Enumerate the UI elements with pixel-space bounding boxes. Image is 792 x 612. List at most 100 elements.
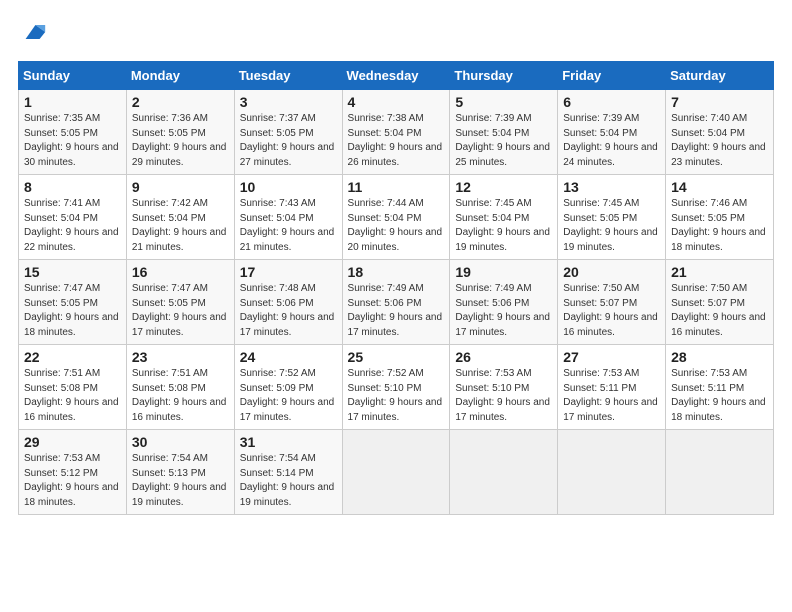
day-number: 19 [455,264,552,280]
day-detail: Sunrise: 7:35 AMSunset: 5:05 PMDaylight:… [24,113,119,168]
day-cell: 26 Sunrise: 7:53 AMSunset: 5:10 PMDayligh… [450,345,558,430]
day-cell: 29 Sunrise: 7:53 AMSunset: 5:12 PMDayligh… [19,430,127,515]
day-number: 15 [24,264,121,280]
day-cell: 7 Sunrise: 7:40 AMSunset: 5:04 PMDaylight… [666,90,774,175]
day-cell: 24 Sunrise: 7:52 AMSunset: 5:09 PMDayligh… [234,345,342,430]
day-cell: 1 Sunrise: 7:35 AMSunset: 5:05 PMDaylight… [19,90,127,175]
day-detail: Sunrise: 7:51 AMSunset: 5:08 PMDaylight:… [24,368,119,423]
day-detail: Sunrise: 7:52 AMSunset: 5:09 PMDaylight:… [240,368,335,423]
day-cell: 11 Sunrise: 7:44 AMSunset: 5:04 PMDayligh… [342,175,450,260]
header [18,18,774,51]
week-row-5: 29 Sunrise: 7:53 AMSunset: 5:12 PMDayligh… [19,430,774,515]
day-detail: Sunrise: 7:51 AMSunset: 5:08 PMDaylight:… [132,368,227,423]
day-cell: 18 Sunrise: 7:49 AMSunset: 5:06 PMDayligh… [342,260,450,345]
day-cell: 4 Sunrise: 7:38 AMSunset: 5:04 PMDaylight… [342,90,450,175]
weekday-header-sunday: Sunday [19,62,127,90]
day-cell: 10Sunrise: 7:43 AMSunset: 5:04 PMDayligh… [234,175,342,260]
day-detail: Sunrise: 7:36 AMSunset: 5:05 PMDaylight:… [132,113,227,168]
day-number: 26 [455,349,552,365]
day-detail: Sunrise: 7:54 AMSunset: 5:13 PMDaylight:… [132,453,227,508]
day-cell: 19 Sunrise: 7:49 AMSunset: 5:06 PMDayligh… [450,260,558,345]
day-detail: Sunrise: 7:40 AMSunset: 5:04 PMDaylight:… [671,113,766,168]
day-detail: Sunrise: 7:44 AMSunset: 5:04 PMDaylight:… [348,198,443,253]
day-number: 29 [24,434,121,450]
day-cell [342,430,450,515]
day-cell: 27Sunrise: 7:53 AMSunset: 5:11 PMDayligh… [558,345,666,430]
day-cell: 30 Sunrise: 7:54 AMSunset: 5:13 PMDayligh… [126,430,234,515]
day-number: 12 [455,179,552,195]
day-number: 18 [348,264,445,280]
day-number: 6 [563,94,660,110]
day-cell: 2Sunrise: 7:36 AMSunset: 5:05 PMDaylight… [126,90,234,175]
day-cell [450,430,558,515]
day-detail: Sunrise: 7:49 AMSunset: 5:06 PMDaylight:… [348,283,443,338]
week-row-4: 22 Sunrise: 7:51 AMSunset: 5:08 PMDayligh… [19,345,774,430]
day-cell: 5Sunrise: 7:39 AMSunset: 5:04 PMDaylight… [450,90,558,175]
day-detail: Sunrise: 7:52 AMSunset: 5:10 PMDaylight:… [348,368,443,423]
day-cell: 25 Sunrise: 7:52 AMSunset: 5:10 PMDayligh… [342,345,450,430]
day-detail: Sunrise: 7:41 AMSunset: 5:04 PMDaylight:… [24,198,119,253]
weekday-header-tuesday: Tuesday [234,62,342,90]
day-cell: 15 Sunrise: 7:47 AMSunset: 5:05 PMDayligh… [19,260,127,345]
day-cell: 28 Sunrise: 7:53 AMSunset: 5:11 PMDayligh… [666,345,774,430]
weekday-header-thursday: Thursday [450,62,558,90]
day-number: 22 [24,349,121,365]
logo-icon [20,18,48,46]
weekday-header-row: SundayMondayTuesdayWednesdayThursdayFrid… [19,62,774,90]
day-detail: Sunrise: 7:49 AMSunset: 5:06 PMDaylight:… [455,283,550,338]
day-cell: 23 Sunrise: 7:51 AMSunset: 5:08 PMDayligh… [126,345,234,430]
day-number: 8 [24,179,121,195]
day-number: 25 [348,349,445,365]
day-detail: Sunrise: 7:54 AMSunset: 5:14 PMDaylight:… [240,453,335,508]
day-number: 23 [132,349,229,365]
day-detail: Sunrise: 7:47 AMSunset: 5:05 PMDaylight:… [24,283,119,338]
weekday-header-friday: Friday [558,62,666,90]
day-detail: Sunrise: 7:45 AMSunset: 5:04 PMDaylight:… [455,198,550,253]
day-detail: Sunrise: 7:50 AMSunset: 5:07 PMDaylight:… [671,283,766,338]
day-number: 11 [348,179,445,195]
day-detail: Sunrise: 7:53 AMSunset: 5:11 PMDaylight:… [671,368,766,423]
day-detail: Sunrise: 7:47 AMSunset: 5:05 PMDaylight:… [132,283,227,338]
day-number: 13 [563,179,660,195]
weekday-header-monday: Monday [126,62,234,90]
day-number: 21 [671,264,768,280]
day-detail: Sunrise: 7:48 AMSunset: 5:06 PMDaylight:… [240,283,335,338]
day-number: 17 [240,264,337,280]
day-cell: 3 Sunrise: 7:37 AMSunset: 5:05 PMDaylight… [234,90,342,175]
day-detail: Sunrise: 7:53 AMSunset: 5:11 PMDaylight:… [563,368,658,423]
day-detail: Sunrise: 7:37 AMSunset: 5:05 PMDaylight:… [240,113,335,168]
day-detail: Sunrise: 7:39 AMSunset: 5:04 PMDaylight:… [563,113,658,168]
day-number: 30 [132,434,229,450]
day-number: 5 [455,94,552,110]
day-number: 3 [240,94,337,110]
page: SundayMondayTuesdayWednesdayThursdayFrid… [0,0,792,525]
day-number: 7 [671,94,768,110]
day-number: 1 [24,94,121,110]
day-cell: 20Sunrise: 7:50 AMSunset: 5:07 PMDayligh… [558,260,666,345]
week-row-2: 8 Sunrise: 7:41 AMSunset: 5:04 PMDaylight… [19,175,774,260]
day-detail: Sunrise: 7:42 AMSunset: 5:04 PMDaylight:… [132,198,227,253]
day-number: 4 [348,94,445,110]
day-number: 28 [671,349,768,365]
day-detail: Sunrise: 7:53 AMSunset: 5:10 PMDaylight:… [455,368,550,423]
day-cell: 8 Sunrise: 7:41 AMSunset: 5:04 PMDaylight… [19,175,127,260]
day-number: 20 [563,264,660,280]
day-cell: 12 Sunrise: 7:45 AMSunset: 5:04 PMDayligh… [450,175,558,260]
day-cell: 6 Sunrise: 7:39 AMSunset: 5:04 PMDaylight… [558,90,666,175]
weekday-header-saturday: Saturday [666,62,774,90]
day-number: 9 [132,179,229,195]
day-detail: Sunrise: 7:53 AMSunset: 5:12 PMDaylight:… [24,453,119,508]
day-cell: 14Sunrise: 7:46 AMSunset: 5:05 PMDayligh… [666,175,774,260]
weekday-header-wednesday: Wednesday [342,62,450,90]
calendar-table: SundayMondayTuesdayWednesdayThursdayFrid… [18,61,774,515]
week-row-1: 1 Sunrise: 7:35 AMSunset: 5:05 PMDaylight… [19,90,774,175]
day-cell: 17 Sunrise: 7:48 AMSunset: 5:06 PMDayligh… [234,260,342,345]
day-number: 24 [240,349,337,365]
day-number: 10 [240,179,337,195]
day-cell [558,430,666,515]
day-cell: 31Sunrise: 7:54 AMSunset: 5:14 PMDayligh… [234,430,342,515]
day-detail: Sunrise: 7:38 AMSunset: 5:04 PMDaylight:… [348,113,443,168]
day-number: 14 [671,179,768,195]
logo [18,18,48,51]
day-cell: 16Sunrise: 7:47 AMSunset: 5:05 PMDayligh… [126,260,234,345]
